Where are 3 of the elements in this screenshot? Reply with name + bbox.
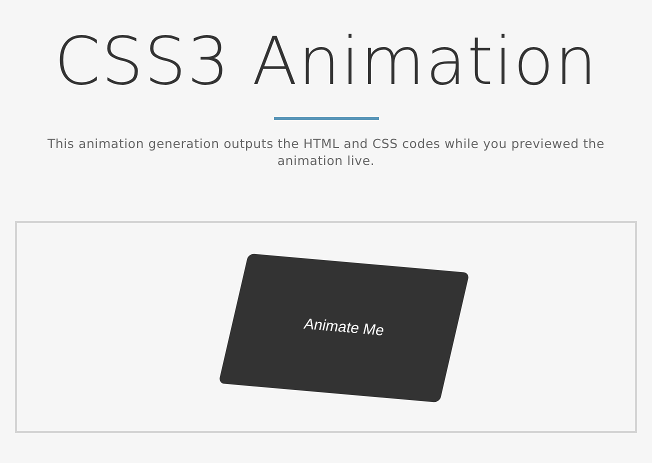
animated-card[interactable]: Animate Me xyxy=(218,253,470,403)
description: This animation generation outputs the HTML and CSS codes while you previewed the animation live. xyxy=(46,135,606,169)
page-title: CSS3 Animation xyxy=(54,22,598,102)
